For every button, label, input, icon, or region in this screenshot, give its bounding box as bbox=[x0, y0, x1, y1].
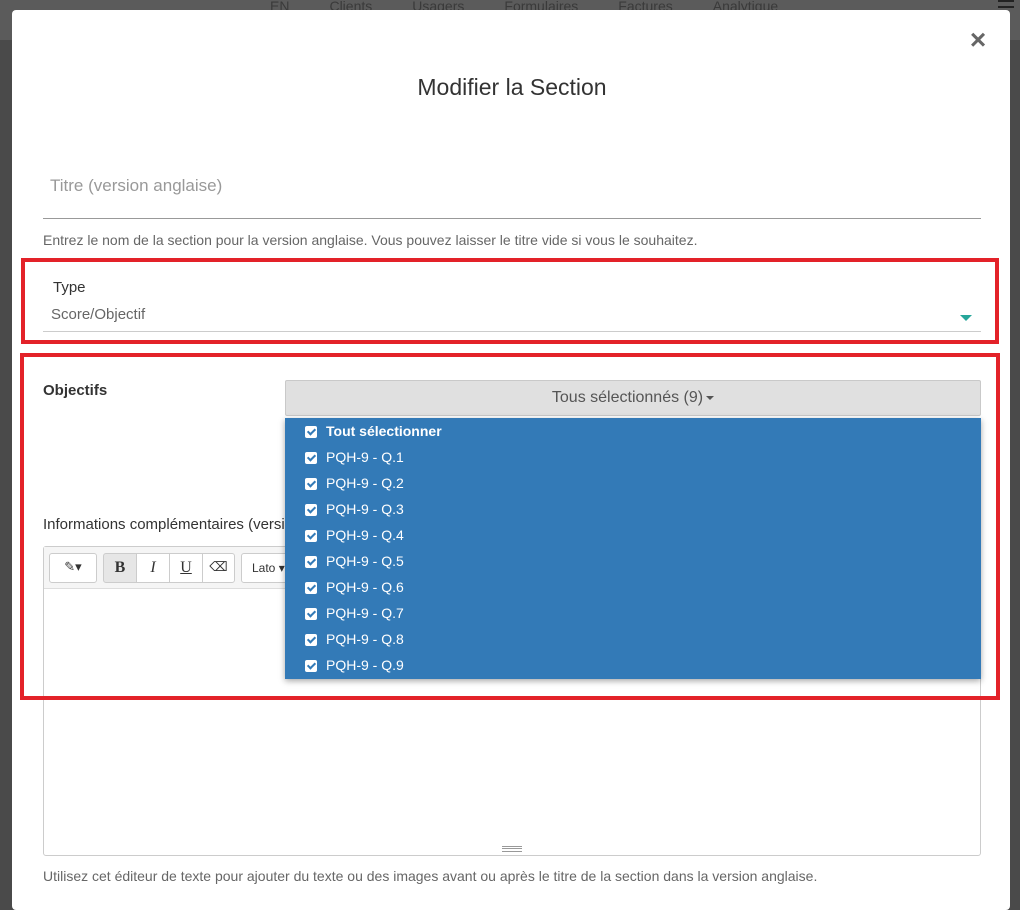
checkbox-checked-icon[interactable] bbox=[305, 608, 317, 620]
type-label: Type bbox=[53, 279, 86, 296]
caret-down-icon bbox=[706, 395, 715, 400]
option-item[interactable]: PQH-9 - Q.9 bbox=[285, 653, 981, 679]
objectives-multiselect-button[interactable]: Tous sélectionnés (9) bbox=[285, 380, 981, 416]
option-label: Tout sélectionner bbox=[326, 423, 442, 439]
checkbox-checked-icon[interactable] bbox=[305, 582, 317, 594]
info-label: Informations complémentaires (version an… bbox=[43, 516, 287, 533]
option-item[interactable]: PQH-9 - Q.4 bbox=[285, 523, 981, 549]
checkbox-checked-icon[interactable] bbox=[305, 634, 317, 646]
type-select[interactable]: Score/Objectif bbox=[43, 302, 981, 332]
magic-wand-icon[interactable]: ✎▾ bbox=[49, 553, 97, 583]
option-label: PQH-9 - Q.1 bbox=[326, 449, 404, 465]
edit-section-modal: × Modifier la Section Entrez le nom de l… bbox=[12, 10, 1010, 910]
hamburger-icon bbox=[998, 0, 1014, 8]
close-icon[interactable]: × bbox=[968, 26, 988, 54]
objectives-dropdown: Tout sélectionner PQH-9 - Q.1 PQH-9 - Q.… bbox=[285, 418, 981, 679]
editor-help-text: Utilisez cet éditeur de texte pour ajout… bbox=[43, 868, 818, 884]
option-item[interactable]: PQH-9 - Q.6 bbox=[285, 575, 981, 601]
option-item[interactable]: PQH-9 - Q.8 bbox=[285, 627, 981, 653]
option-label: PQH-9 - Q.8 bbox=[326, 631, 404, 647]
checkbox-checked-icon[interactable] bbox=[305, 504, 317, 516]
font-family-label: Lato bbox=[252, 561, 276, 575]
modal-title: Modifier la Section bbox=[417, 74, 607, 100]
checkbox-checked-icon[interactable] bbox=[305, 452, 317, 464]
checkbox-checked-icon[interactable] bbox=[305, 530, 317, 542]
resize-handle[interactable] bbox=[502, 846, 522, 852]
option-label: PQH-9 - Q.9 bbox=[326, 657, 404, 673]
option-label: PQH-9 - Q.2 bbox=[326, 475, 404, 491]
checkbox-checked-icon[interactable] bbox=[305, 556, 317, 568]
underline-button[interactable]: U bbox=[169, 553, 203, 583]
checkbox-checked-icon[interactable] bbox=[305, 478, 317, 490]
objectives-button-label: Tous sélectionnés (9) bbox=[551, 389, 704, 406]
option-item[interactable]: PQH-9 - Q.1 bbox=[285, 445, 981, 471]
option-item[interactable]: PQH-9 - Q.3 bbox=[285, 497, 981, 523]
objectives-label: Objectifs bbox=[43, 382, 108, 399]
option-label: PQH-9 - Q.5 bbox=[326, 553, 404, 569]
checkbox-checked-icon[interactable] bbox=[305, 426, 317, 438]
checkbox-checked-icon[interactable] bbox=[305, 660, 317, 672]
title-en-input[interactable] bbox=[43, 140, 981, 219]
option-label: PQH-9 - Q.3 bbox=[326, 501, 404, 517]
eraser-icon[interactable]: ⌫ bbox=[202, 553, 235, 583]
option-label: PQH-9 - Q.6 bbox=[326, 579, 404, 595]
font-family-button[interactable]: Lato ▾ bbox=[241, 553, 289, 583]
option-item[interactable]: PQH-9 - Q.7 bbox=[285, 601, 981, 627]
type-select-value: Score/Objectif bbox=[51, 306, 146, 323]
caret-down-icon bbox=[960, 315, 972, 321]
option-item[interactable]: PQH-9 - Q.2 bbox=[285, 471, 981, 497]
option-label: PQH-9 - Q.4 bbox=[326, 527, 404, 543]
bold-button[interactable]: B bbox=[103, 553, 137, 583]
option-item[interactable]: PQH-9 - Q.5 bbox=[285, 549, 981, 575]
title-help-text: Entrez le nom de la section pour la vers… bbox=[43, 232, 698, 248]
italic-button[interactable]: I bbox=[136, 553, 170, 583]
option-select-all[interactable]: Tout sélectionner bbox=[285, 419, 981, 445]
option-label: PQH-9 - Q.7 bbox=[326, 605, 404, 621]
